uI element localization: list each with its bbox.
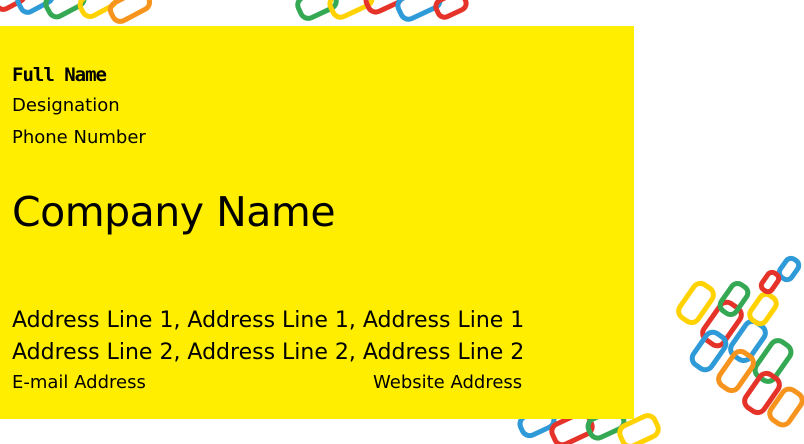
top-left-rounded-rect-pattern [0,0,153,24]
address-line-2: Address Line 2, Address Line 2, Address … [12,340,525,365]
top-center-rounded-rect-pattern [295,0,469,22]
phone-number: Phone Number [12,127,146,148]
full-name: Full Name [12,64,107,86]
right-rounded-rect-pattern [676,255,804,428]
website-address: Website Address [373,372,523,393]
email-address: E-mail Address [12,372,146,393]
designation: Designation [12,95,120,116]
address-line-1: Address Line 1, Address Line 1, Address … [12,308,525,333]
business-card: Full Name Designation Phone Number Compa… [0,26,634,419]
company-name: Company Name [12,188,336,236]
